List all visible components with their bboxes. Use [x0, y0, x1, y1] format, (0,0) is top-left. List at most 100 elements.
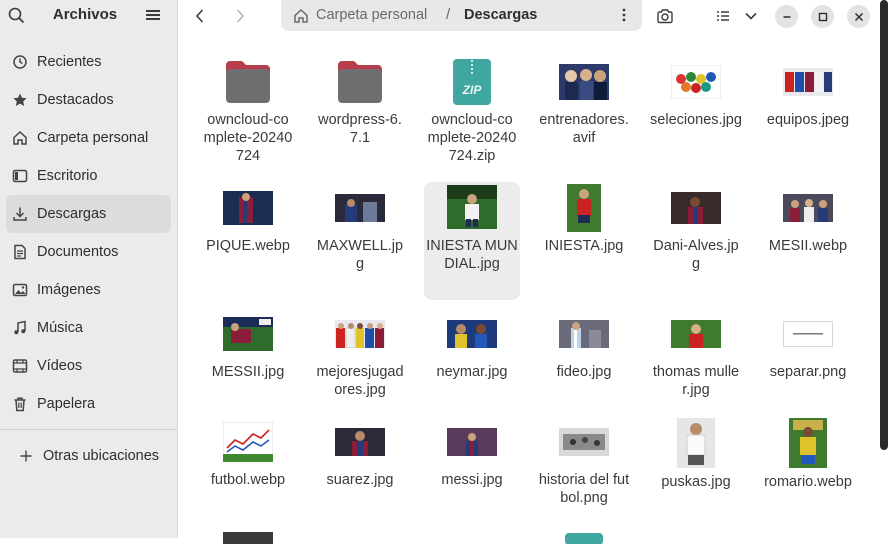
minimize-button[interactable]: [775, 5, 798, 28]
file-item[interactable]: mejoresjugadores.jpg: [312, 310, 408, 399]
image-thumbnail: [223, 184, 273, 232]
sidebar-item-label: Carpeta personal: [37, 130, 149, 146]
file-name: INIESTA.jpg: [544, 238, 624, 254]
file-item[interactable]: puskas.jpg: [648, 418, 744, 491]
close-button[interactable]: [847, 5, 870, 28]
sidebar-item-destacados[interactable]: Destacados: [6, 81, 171, 119]
image-thumbnail: [671, 418, 721, 468]
file-name: neymar.jpg: [436, 364, 508, 380]
music-icon: [12, 320, 28, 336]
file-name: mejoresjugadores.jpg: [316, 364, 404, 398]
file-item[interactable]: romario.webp: [760, 418, 856, 491]
forward-button[interactable]: [227, 4, 253, 28]
sidebar-divider: [0, 429, 177, 430]
file-item[interactable]: equipos.jpeg: [760, 58, 856, 129]
sidebar-header: Archivos: [0, 0, 177, 30]
file-item[interactable]: Dani-Alves.jpg: [648, 184, 744, 273]
sidebar-item-musica[interactable]: Música: [6, 309, 171, 347]
image-thumbnail: [447, 182, 497, 232]
file-name: MESII.webp: [768, 238, 848, 254]
image-thumbnail: [447, 418, 497, 466]
breadcrumb-home[interactable]: Carpeta personal: [316, 7, 427, 23]
sidebar-item-label: Escritorio: [37, 168, 98, 184]
breadcrumb-current[interactable]: Descargas: [464, 7, 537, 23]
file-item[interactable]: messi.jpg: [424, 418, 520, 489]
file-name: entrenadores.avif: [539, 112, 629, 146]
file-name: Dani-Alves.jpg: [653, 238, 739, 272]
file-name: romario.webp: [764, 474, 852, 490]
file-name: seleciones.jpg: [650, 112, 742, 128]
sidebar-item-imagenes[interactable]: Imágenes: [6, 271, 171, 309]
file-item[interactable]: MAXWELL.jpg: [312, 184, 408, 273]
file-item[interactable]: separar.png: [760, 310, 856, 381]
file-name: owncloud-complete-20240724.zip: [427, 112, 517, 164]
sidebar-item-papelera[interactable]: Papelera: [6, 385, 171, 423]
file-item[interactable]: PIQUE.webp: [200, 184, 296, 255]
maximize-icon: [818, 12, 827, 21]
view-options-chevron-down-icon[interactable]: [741, 6, 761, 26]
places-list: Recientes Destacados Carpeta personal Es…: [0, 43, 177, 423]
image-thumbnail: [335, 418, 385, 466]
file-item[interactable]: entrenadores.avif: [536, 58, 632, 147]
file-name: equipos.jpeg: [766, 112, 850, 128]
sidebar-item-documentos[interactable]: Documentos: [6, 233, 171, 271]
folder-icon: [336, 58, 384, 106]
file-item[interactable]: ZIP owncloud-complete-20240724.zip: [424, 58, 520, 165]
back-button[interactable]: [187, 4, 213, 28]
file-name: owncloud-complete-20240724: [203, 112, 293, 164]
search-files-icon[interactable]: [655, 6, 675, 26]
file-name: thomas muller.jpg: [652, 364, 740, 398]
download-icon: [12, 206, 28, 222]
file-item-selected[interactable]: INIESTA MUNDIAL.jpg: [424, 182, 520, 300]
list-view-icon[interactable]: [713, 6, 733, 26]
file-item[interactable]: seleciones.jpg: [648, 58, 744, 129]
file-item[interactable]: fideo.jpg: [536, 310, 632, 381]
file-item[interactable]: neymar.jpg: [424, 310, 520, 381]
sidebar-item-label: Documentos: [37, 244, 119, 260]
file-item[interactable]: INIESTA.jpg: [536, 184, 632, 255]
sidebar-item-carpeta-personal[interactable]: Carpeta personal: [6, 119, 171, 157]
hamburger-menu-icon[interactable]: [146, 8, 160, 22]
path-bar[interactable]: Carpeta personal / Descargas: [281, 0, 642, 31]
file-item[interactable]: owncloud-complete-20240724: [200, 58, 296, 165]
file-name: futbol.webp: [210, 472, 286, 488]
sidebar-item-escritorio[interactable]: Escritorio: [6, 157, 171, 195]
file-name: MESSII.jpg: [211, 364, 285, 380]
file-name: suarez.jpg: [326, 472, 394, 488]
sidebar-item-descargas[interactable]: Descargas: [6, 195, 171, 233]
image-thumbnail: [223, 310, 273, 358]
home-icon: [12, 130, 28, 146]
file-item[interactable]: MESSII.jpg: [200, 310, 296, 381]
image-thumbnail: [671, 184, 721, 232]
path-menu-icon[interactable]: [617, 7, 631, 23]
image-thumbnail: [223, 418, 273, 466]
file-item[interactable]: [536, 528, 632, 548]
sidebar: Archivos Recientes Destacados Carpeta pe…: [0, 0, 178, 538]
image-thumbnail: [671, 58, 721, 106]
scrollbar[interactable]: [880, 0, 888, 450]
sidebar-item-label: Vídeos: [37, 358, 83, 374]
file-item[interactable]: futbol.webp: [200, 418, 296, 489]
zip-archive-icon: ZIP: [448, 58, 496, 106]
image-thumbnail: [559, 418, 609, 466]
sidebar-item-label: Papelera: [37, 396, 96, 412]
close-icon: [854, 12, 863, 21]
file-grid: owncloud-complete-20240724 wordpress-6.7…: [178, 34, 878, 544]
sidebar-item-label: Imágenes: [37, 282, 101, 298]
app-title: Archivos: [52, 6, 118, 23]
file-name: fideo.jpg: [556, 364, 612, 380]
file-item[interactable]: MESII.webp: [760, 184, 856, 255]
file-item[interactable]: [200, 528, 296, 548]
file-item[interactable]: wordpress-6.7.1: [312, 58, 408, 147]
sidebar-item-recientes[interactable]: Recientes: [6, 43, 171, 81]
chevron-right-icon: [236, 9, 245, 23]
image-thumbnail: [783, 58, 833, 106]
file-item[interactable]: thomas muller.jpg: [648, 310, 744, 399]
sidebar-item-otras-ubicaciones[interactable]: Otras ubicaciones: [12, 437, 183, 475]
file-item[interactable]: suarez.jpg: [312, 418, 408, 489]
maximize-button[interactable]: [811, 5, 834, 28]
image-thumbnail: [559, 310, 609, 358]
file-item[interactable]: historia del futbol.png: [536, 418, 632, 507]
sidebar-item-videos[interactable]: Vídeos: [6, 347, 171, 385]
file-name: INIESTA MUNDIAL.jpg: [426, 238, 518, 272]
